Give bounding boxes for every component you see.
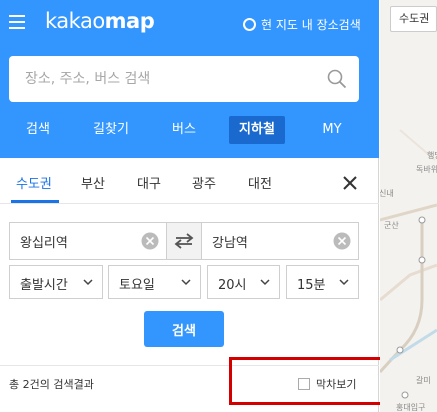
destination-field bbox=[201, 222, 359, 260]
station-label: 독바위 bbox=[416, 164, 437, 174]
day-select[interactable]: 토요일 bbox=[108, 265, 201, 299]
chevron-down-icon bbox=[181, 279, 191, 286]
map-view[interactable]: 행당 독바위 신내 군산 갈미 홍대입구 bbox=[380, 0, 437, 412]
station-label: 홍대입구 bbox=[396, 402, 425, 412]
clear-destination-icon[interactable] bbox=[333, 232, 351, 250]
results-bar: 총 2건의 검색결과 막차보기 bbox=[0, 365, 379, 412]
station-label: 신내 bbox=[380, 189, 394, 198]
search-button[interactable]: 검색 bbox=[144, 311, 224, 347]
checkbox-icon[interactable] bbox=[298, 378, 310, 390]
hour-select[interactable]: 20시 bbox=[207, 265, 280, 299]
tab-subway[interactable]: 지하철 bbox=[229, 116, 285, 144]
swap-arrows-icon bbox=[174, 233, 194, 249]
origin-input[interactable] bbox=[20, 223, 150, 259]
tab-my[interactable]: MY bbox=[308, 116, 356, 144]
chevron-down-icon bbox=[260, 279, 270, 286]
station-label: 행당 bbox=[427, 150, 437, 160]
station-label: 갈미 bbox=[416, 376, 431, 385]
close-icon[interactable] bbox=[340, 173, 360, 193]
map-area-search-label: 현 지도 내 장소검색 bbox=[261, 18, 361, 32]
chevron-down-icon bbox=[339, 279, 349, 286]
result-count: 총 2건의 검색결과 bbox=[9, 378, 94, 391]
map-area-search-toggle[interactable]: 현 지도 내 장소검색 bbox=[243, 16, 361, 33]
radio-icon[interactable] bbox=[243, 18, 256, 31]
subway-map: 행당 독바위 신내 군산 갈미 홍대입구 bbox=[380, 0, 437, 412]
search-icon[interactable] bbox=[327, 69, 347, 89]
time-type-select[interactable]: 출발시간 bbox=[9, 265, 103, 299]
last-train-checkbox[interactable]: 막차보기 bbox=[298, 376, 356, 392]
tab-bus[interactable]: 버스 bbox=[160, 116, 208, 144]
station-label: 군산 bbox=[384, 220, 399, 230]
chevron-down-icon bbox=[83, 279, 93, 286]
region-tab-capital[interactable]: 수도권 bbox=[16, 173, 52, 192]
search-box bbox=[9, 56, 359, 102]
region-tabs: 수도권 부산 대구 광주 대전 bbox=[0, 158, 379, 204]
origin-field bbox=[9, 222, 167, 260]
active-tab-underline bbox=[11, 200, 59, 203]
tab-search[interactable]: 검색 bbox=[12, 116, 64, 144]
region-tab-busan[interactable]: 부산 bbox=[81, 173, 105, 192]
tab-directions[interactable]: 길찾기 bbox=[82, 116, 140, 144]
header: kakaomap 현 지도 내 장소검색 검색 길찾기 버스 지하철 MY bbox=[0, 0, 379, 158]
menu-icon[interactable] bbox=[9, 15, 25, 29]
minute-select[interactable]: 15분 bbox=[286, 265, 359, 299]
last-train-label: 막차보기 bbox=[316, 378, 357, 391]
app-logo[interactable]: kakaomap bbox=[45, 9, 155, 33]
region-tab-daegu[interactable]: 대구 bbox=[137, 173, 161, 192]
side-panel: kakaomap 현 지도 내 장소검색 검색 길찾기 버스 지하철 MY 수도… bbox=[0, 0, 379, 412]
clear-origin-icon[interactable] bbox=[141, 232, 159, 250]
main-tabs: 검색 길찾기 버스 지하철 MY bbox=[0, 116, 379, 148]
region-tab-gwangju[interactable]: 광주 bbox=[192, 173, 216, 192]
search-input[interactable] bbox=[25, 56, 315, 102]
destination-input[interactable] bbox=[212, 223, 342, 259]
swap-stations-button[interactable] bbox=[167, 222, 201, 260]
region-tab-daejeon[interactable]: 대전 bbox=[248, 173, 272, 192]
metro-region-button[interactable]: 수도권 bbox=[390, 6, 437, 32]
